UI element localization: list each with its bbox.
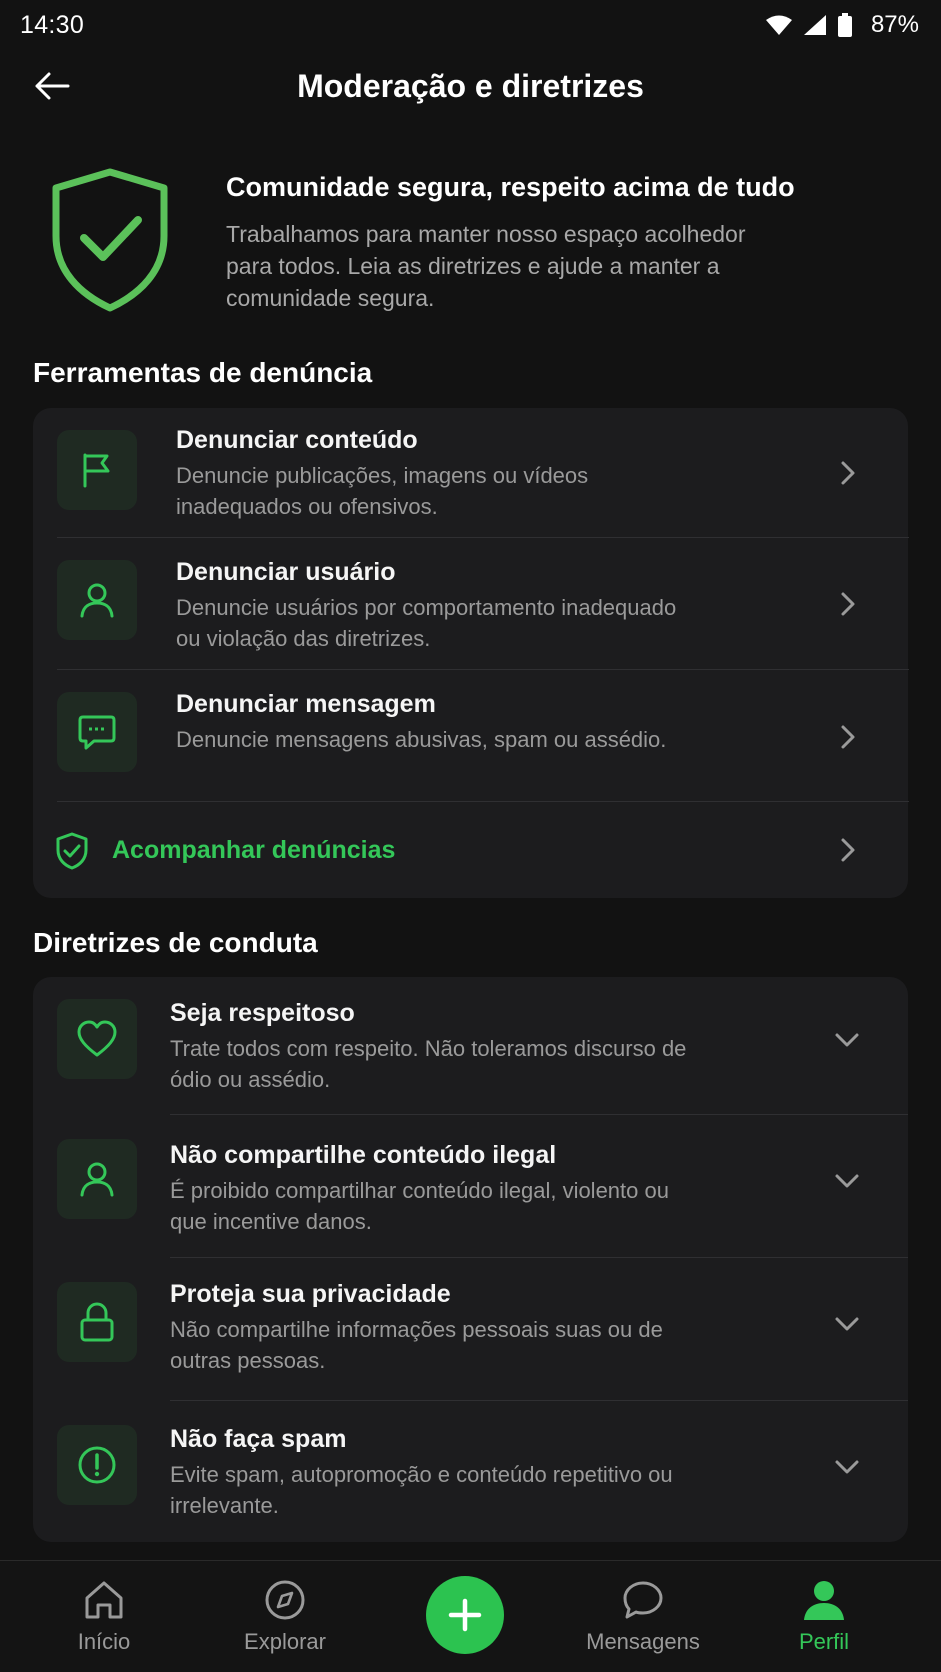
compass-icon [265, 1580, 305, 1620]
guideline-row[interactable]: Não faça spam Evite spam, autopromoção e… [33, 1401, 908, 1542]
chevron-right-icon [841, 592, 855, 616]
row-title: Proteja sua privacidade [170, 1280, 451, 1308]
report-user-row[interactable]: Denunciar usuário Denuncie usuários por … [33, 538, 908, 670]
shield-check-icon [52, 168, 168, 312]
row-description: Evite spam, autopromoção e conteúdo repe… [170, 1462, 673, 1518]
user-icon-box [57, 560, 137, 640]
report-tools-card: Denunciar conteúdo Denuncie publicações,… [33, 408, 909, 898]
report-content-row[interactable]: Denunciar conteúdo Denuncie publicações,… [33, 408, 908, 538]
guidelines-card: Seja respeitoso Trate todos com respeito… [33, 977, 908, 1542]
heart-icon-box [57, 999, 137, 1079]
battery-icon [837, 13, 852, 37]
nav-label: Explorar [244, 1629, 326, 1654]
section-title-guidelines: Diretrizes de conduta [33, 927, 318, 958]
battery-percent: 87% [870, 11, 919, 38]
page-title: Moderação e diretrizes [297, 67, 644, 104]
row-title: Não compartilhe conteúdo ilegal [170, 1141, 557, 1169]
message-icon-box [57, 692, 137, 772]
lock-icon [80, 1302, 114, 1342]
chevron-right-icon [841, 461, 855, 485]
row-description: Denuncie mensagens abusivas, spam ou ass… [176, 727, 667, 752]
chevron-down-icon [835, 1174, 859, 1188]
row-title: Seja respeitoso [170, 999, 355, 1027]
chevron-right-icon [841, 838, 855, 862]
plus-icon [448, 1598, 482, 1632]
hero-title: Comunidade segura, respeito acima de tud… [226, 172, 795, 202]
user-icon [80, 1162, 114, 1197]
message-icon [78, 715, 116, 750]
profile-icon [804, 1581, 844, 1620]
status-bar: 14:30 87% [0, 0, 941, 50]
header: Moderação e diretrizes [0, 50, 941, 122]
back-button[interactable] [30, 66, 74, 106]
user-icon-box [57, 1139, 137, 1219]
row-title: Não faça spam [170, 1425, 347, 1453]
signal-icon [803, 15, 826, 35]
row-title: Denunciar mensagem [176, 690, 436, 718]
guideline-row[interactable]: Seja respeitoso Trate todos com respeito… [33, 977, 908, 1114]
row-title: Denunciar conteúdo [176, 426, 418, 454]
flag-icon [83, 453, 110, 488]
report-message-row[interactable]: Denunciar mensagem Denuncie mensagens ab… [33, 670, 908, 802]
lock-icon-box [57, 1282, 137, 1362]
row-description: Trate todos com respeito. Não toleramos … [170, 1036, 687, 1092]
chat-icon [623, 1581, 663, 1619]
row-description: Denuncie usuários por comportamento inad… [176, 595, 677, 651]
hero-text: Trabalhamos para manter nosso espaço aco… [226, 221, 746, 311]
chevron-right-icon [841, 725, 855, 749]
nav-messages[interactable]: Mensagens [563, 1579, 723, 1663]
guideline-row[interactable]: Proteja sua privacidade Não compartilhe … [33, 1258, 908, 1400]
track-reports-row[interactable]: Acompanhar denúncias [33, 802, 908, 898]
track-reports-link[interactable]: Acompanhar denúncias [112, 836, 395, 865]
nav-home[interactable]: Início [24, 1579, 184, 1663]
shield-check-icon [56, 832, 88, 870]
nav-explore[interactable]: Explorar [205, 1579, 365, 1663]
home-icon [85, 1581, 123, 1619]
status-time: 14:30 [20, 10, 85, 39]
bottom-nav: Início Explorar Mensagens Perfil [0, 1560, 941, 1672]
alert-icon [78, 1446, 116, 1484]
row-description: Não compartilhe informações pessoais sua… [170, 1317, 663, 1373]
guideline-row[interactable]: Não compartilhe conteúdo ilegal É proibi… [33, 1115, 908, 1256]
chevron-down-icon [835, 1317, 859, 1331]
create-post-button[interactable] [426, 1576, 504, 1654]
row-title: Denunciar usuário [176, 558, 396, 586]
chevron-down-icon [835, 1033, 859, 1047]
section-title-report-tools: Ferramentas de denúncia [33, 357, 373, 388]
nav-profile[interactable]: Perfil [744, 1579, 904, 1663]
row-description: É proibido compartilhar conteúdo ilegal,… [170, 1178, 669, 1234]
nav-label: Início [77, 1629, 131, 1654]
chevron-down-icon [835, 1460, 859, 1474]
user-icon [80, 583, 114, 618]
arrow-left-icon [35, 72, 70, 100]
alert-icon-box [57, 1425, 137, 1505]
status-icons: 87% [765, 11, 919, 39]
wifi-icon [765, 15, 792, 35]
heart-icon [77, 1020, 117, 1057]
nav-label: Mensagens [586, 1629, 700, 1654]
row-description: Denuncie publicações, imagens ou vídeos … [176, 463, 589, 519]
flag-icon-box [57, 430, 137, 510]
nav-label: Perfil [798, 1629, 850, 1654]
hero-banner: Comunidade segura, respeito acima de tud… [0, 160, 941, 320]
